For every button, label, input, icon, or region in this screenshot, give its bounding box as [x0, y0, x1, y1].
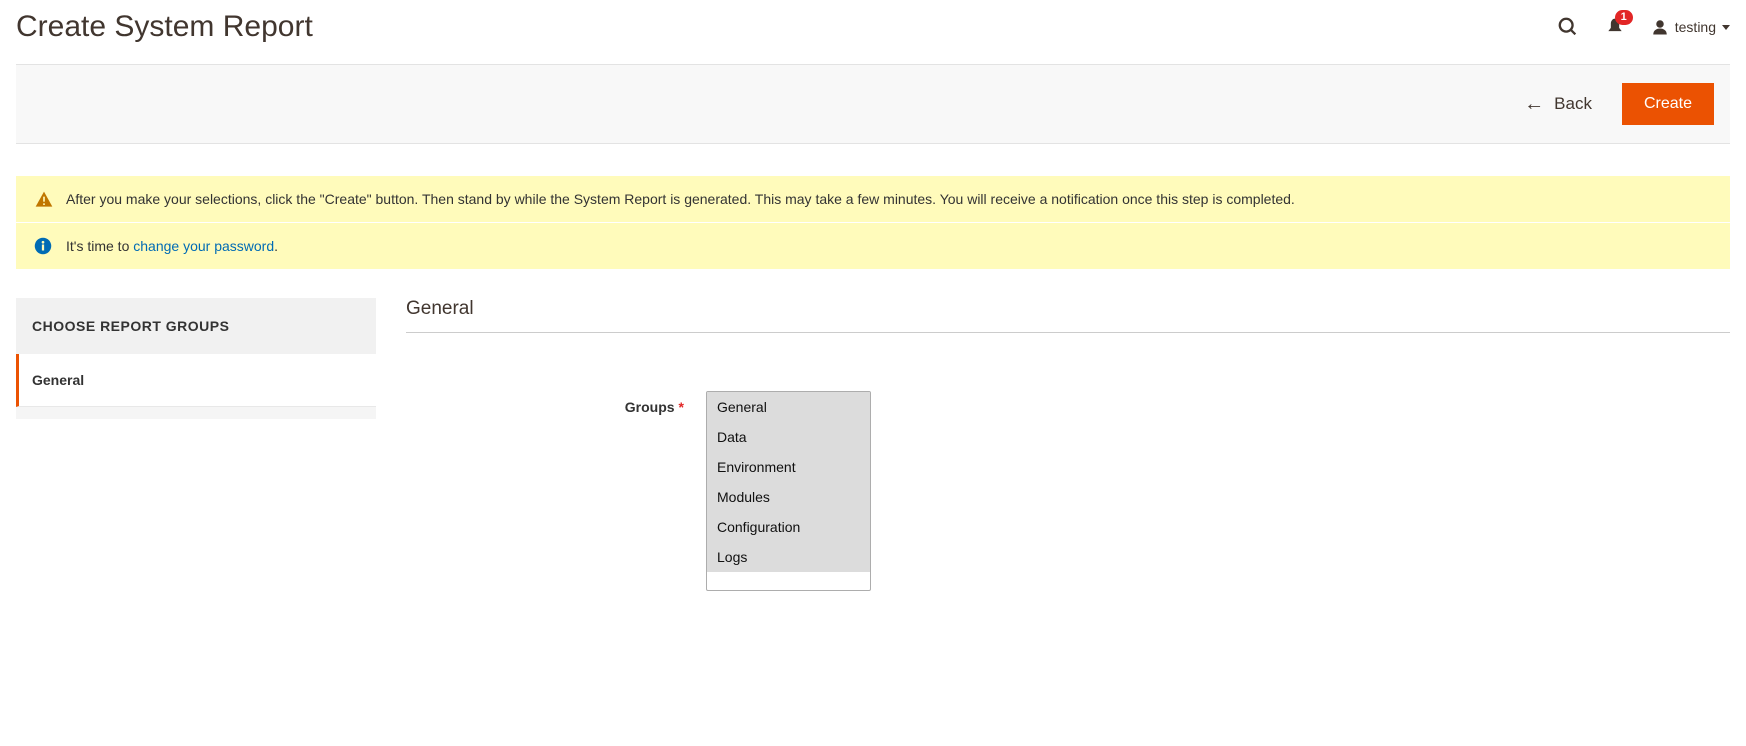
info-icon [34, 237, 52, 258]
user-name-label: testing [1675, 19, 1716, 35]
sidebar-footer [16, 407, 376, 419]
search-icon [1557, 16, 1579, 38]
groups-option[interactable]: Configuration [707, 512, 870, 542]
change-password-link[interactable]: change your password [133, 238, 274, 254]
groups-option[interactable]: General [707, 392, 870, 422]
groups-select[interactable]: GeneralDataEnvironmentModulesConfigurati… [706, 391, 871, 591]
user-menu[interactable]: testing [1651, 18, 1730, 36]
warning-icon [34, 190, 54, 213]
info-text: It's time to change your password. [66, 238, 278, 254]
info-message: It's time to change your password. [16, 223, 1730, 270]
sidebar: CHOOSE REPORT GROUPS General [16, 298, 376, 591]
user-icon [1651, 18, 1669, 36]
notification-badge: 1 [1615, 10, 1633, 25]
header-actions: 1 testing [1557, 16, 1730, 38]
sidebar-item-general[interactable]: General [16, 354, 376, 407]
chevron-down-icon [1722, 25, 1730, 30]
sidebar-header: CHOOSE REPORT GROUPS [16, 298, 376, 354]
back-button[interactable]: ← Back [1524, 94, 1592, 114]
back-label: Back [1554, 94, 1592, 114]
warning-text: After you make your selections, click th… [66, 191, 1295, 207]
create-button[interactable]: Create [1622, 83, 1714, 125]
groups-option[interactable]: Logs [707, 542, 870, 572]
action-bar: ← Back Create [16, 64, 1730, 144]
notifications-button[interactable]: 1 [1605, 16, 1625, 38]
groups-label: Groups* [406, 391, 706, 415]
messages-container: After you make your selections, click th… [16, 176, 1730, 270]
groups-option[interactable]: Environment [707, 452, 870, 482]
search-button[interactable] [1557, 16, 1579, 38]
groups-option[interactable]: Modules [707, 482, 870, 512]
groups-field-row: Groups* GeneralDataEnvironmentModulesCon… [406, 391, 1730, 591]
groups-option[interactable]: Data [707, 422, 870, 452]
required-mark: * [679, 399, 684, 415]
page-title: Create System Report [16, 10, 313, 44]
warning-message: After you make your selections, click th… [16, 176, 1730, 223]
section-title: General [406, 298, 1730, 333]
main-panel: General Groups* GeneralDataEnvironmentMo… [406, 298, 1730, 591]
arrow-left-icon: ← [1524, 94, 1544, 114]
